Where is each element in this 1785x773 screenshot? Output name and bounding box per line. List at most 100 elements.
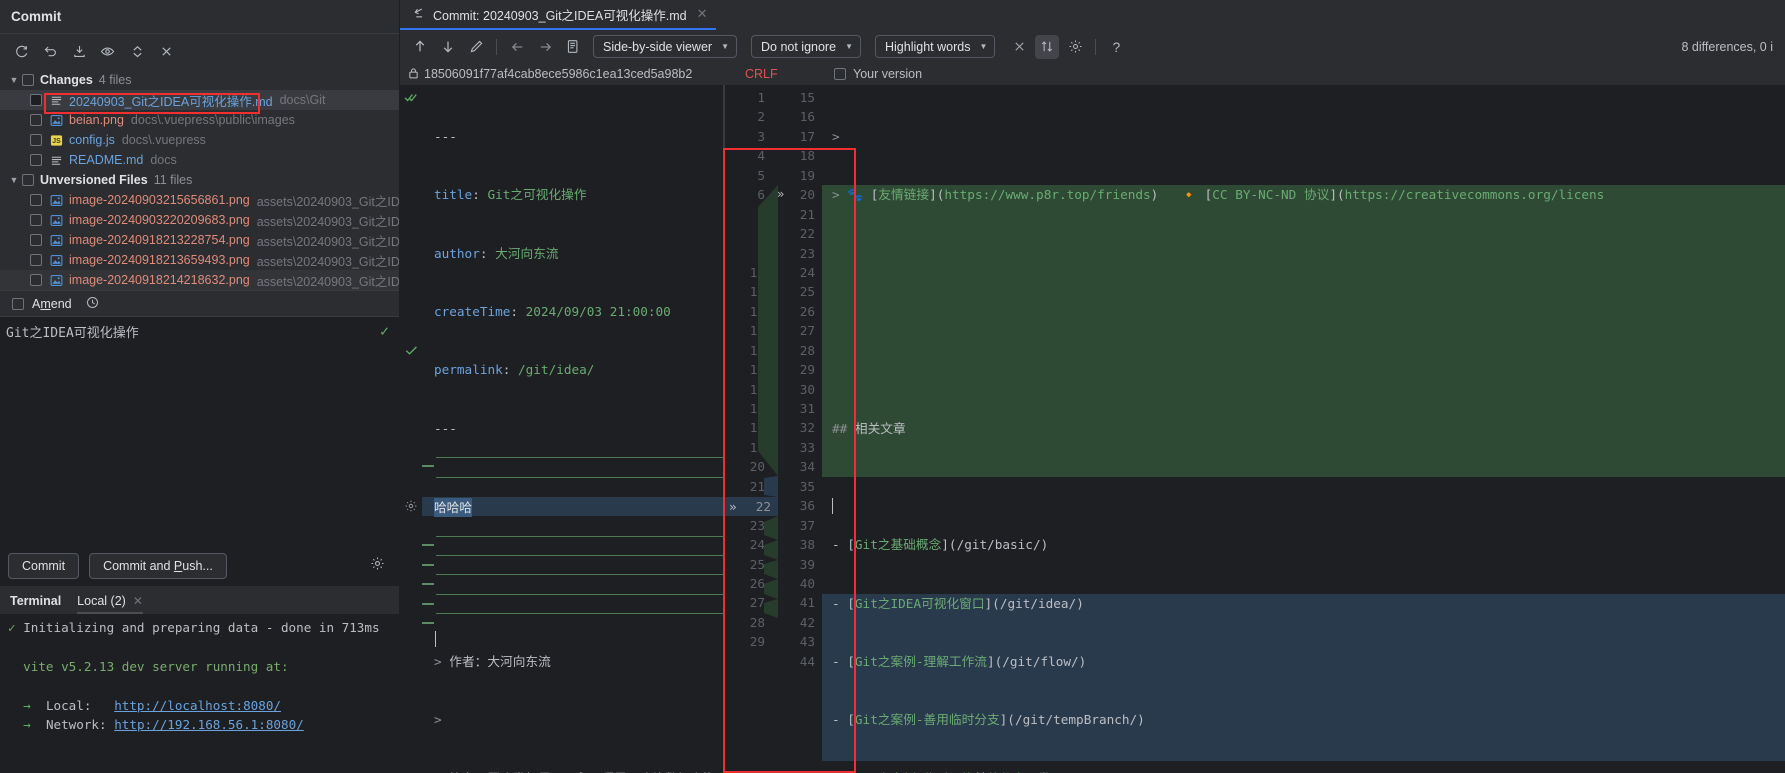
rollback-icon[interactable] <box>37 39 63 63</box>
terminal-tab-local[interactable]: Local (2) ✕ <box>77 594 143 614</box>
arrow-up-icon[interactable] <box>408 35 432 59</box>
code-line: - [Git之案例-善用临时分支](/git/tempBranch/) <box>832 712 1145 728</box>
gear-icon[interactable] <box>370 556 385 576</box>
terminal-output[interactable]: ✓ Initializing and preparing data - done… <box>0 614 399 773</box>
highlight-policy-select[interactable]: Highlight words ▼ <box>874 35 996 58</box>
close-icon[interactable]: ✕ <box>133 594 143 608</box>
close-icon[interactable] <box>153 39 179 63</box>
show-diff-icon[interactable] <box>95 39 121 63</box>
toolbar-separator <box>1095 38 1097 55</box>
changes-tree[interactable]: ▼ Changes 4 files 20240903_Git之IDEA可视化操作… <box>0 68 399 290</box>
clock-icon[interactable] <box>86 296 99 312</box>
tree-unversioned-row-1[interactable]: image-20240903220209683.png assets\20240… <box>0 210 399 230</box>
tree-group-unversioned[interactable]: ▼ Unversioned Files 11 files <box>0 170 399 190</box>
annotation-top-edge <box>723 148 856 150</box>
tree-file-row-3[interactable]: README.md docs <box>0 150 399 170</box>
line-number: 17 <box>799 128 815 144</box>
terminal-local-label: Local: <box>45 697 92 713</box>
file-name: image-20240903215656861.png <box>69 193 250 207</box>
commit-message-input[interactable]: Git之IDEA可视化操作 ✓ <box>0 316 399 358</box>
file-checkbox[interactable] <box>30 274 42 286</box>
file-checkbox[interactable] <box>30 154 42 166</box>
tree-unversioned-row-3[interactable]: image-20240918213659493.png assets\20240… <box>0 250 399 270</box>
tree-unversioned-row-4[interactable]: image-20240918214218632.png assets\20240… <box>0 270 399 290</box>
file-name: image-20240918214218632.png <box>69 273 250 287</box>
right-line-numbers[interactable]: 15 16 17 18 19 » 20 21 22 23 24 25 26 27 … <box>772 85 822 773</box>
chevron-down-icon[interactable]: ▼ <box>6 175 22 185</box>
arrow-down-icon[interactable] <box>436 35 460 59</box>
line-number: 15 <box>749 362 765 378</box>
line-number: 23 <box>799 245 815 261</box>
diff-revision-hash: 18506091f77af4cab8ece5986c1ea13ced5a98b2 <box>424 67 693 81</box>
editor-tab-commit-diff[interactable]: Commit: 20240903_Git之IDEA可视化操作.md ✕ <box>400 0 717 30</box>
gear-icon[interactable] <box>1063 35 1087 59</box>
file-checkbox[interactable] <box>30 254 42 266</box>
tree-file-row-2[interactable]: JS config.js docs\.vuepress <box>0 130 399 150</box>
file-checkbox[interactable] <box>30 94 42 106</box>
commit-panel-title-label: Commit <box>11 9 62 24</box>
refresh-icon[interactable] <box>8 39 34 63</box>
check-icon <box>400 341 422 360</box>
markdown-file-icon <box>48 93 65 107</box>
arrow-right-icon[interactable] <box>533 35 557 59</box>
tree-file-row-0[interactable]: 20240903_Git之IDEA可视化操作.md docs\Git <box>0 90 399 110</box>
line-number: 1 <box>757 90 765 105</box>
chevron-down-icon[interactable]: ▼ <box>6 75 22 85</box>
terminal-local-url[interactable]: http://localhost:8080/ <box>114 698 281 713</box>
your-version-checkbox[interactable] <box>834 68 846 80</box>
shelve-icon[interactable] <box>66 39 92 63</box>
line-number: 19 <box>799 167 815 183</box>
file-path: assets\20240903_Git之IDEA可 <box>256 194 399 209</box>
line-number: 20 <box>749 459 765 475</box>
group-checkbox[interactable] <box>22 74 34 86</box>
viewer-mode-select[interactable]: Side-by-side viewer ▼ <box>593 35 737 58</box>
tree-group-changes[interactable]: ▼ Changes 4 files <box>0 70 399 90</box>
diff-revision-info: 18506091f77af4cab8ece5986c1ea13ced5a98b2 <box>400 67 692 82</box>
file-checkbox[interactable] <box>30 214 42 226</box>
amend-row[interactable]: Amend <box>0 290 399 316</box>
amend-checkbox[interactable] <box>12 297 24 310</box>
close-icon[interactable] <box>1007 35 1031 59</box>
collapse-unchanged-icon[interactable] <box>561 35 585 59</box>
code-line: > 作者：大河向东流 <box>434 654 551 669</box>
file-checkbox[interactable] <box>30 194 42 206</box>
gutter-modified-row-number: » 22 <box>729 498 771 514</box>
text-caret <box>435 631 436 647</box>
sync-scroll-icon[interactable] <box>1035 34 1060 59</box>
diff-body[interactable]: --- title: Git之可视化操作 author: 大河向东流 creat… <box>400 85 1785 773</box>
commit-and-push-button[interactable]: Commit and Push... <box>89 552 227 579</box>
file-name: beian.png <box>69 113 124 127</box>
tree-file-row-1[interactable]: beian.png docs\.vuepress\public\images <box>0 110 399 130</box>
left-selected-text: 哈哈哈 <box>434 498 473 518</box>
viewer-mode-label: Side-by-side viewer <box>603 39 713 54</box>
group-checkbox[interactable] <box>22 174 34 186</box>
file-checkbox[interactable] <box>30 114 42 126</box>
help-icon[interactable]: ? <box>1104 35 1128 59</box>
line-number: 27 <box>749 595 765 611</box>
expand-collapse-icon[interactable] <box>124 39 150 63</box>
terminal-network-url[interactable]: http://192.168.56.1:8080/ <box>114 717 304 732</box>
line-number: 34 <box>799 459 815 475</box>
diff-right-pane[interactable]: > > 🐾 [友情链接](https://www.p8r.top/friends… <box>822 85 1785 773</box>
tree-unversioned-row-0[interactable]: image-20240903215656861.png assets\20240… <box>0 190 399 210</box>
tree-unversioned-row-2[interactable]: image-20240918213228754.png assets\20240… <box>0 230 399 250</box>
ignore-policy-select[interactable]: Do not ignore ▼ <box>751 35 861 58</box>
terminal-tool-window: Terminal Local (2) ✕ ✓ Initializing and … <box>0 585 399 773</box>
file-checkbox[interactable] <box>30 234 42 246</box>
commit-button[interactable]: Commit <box>8 552 80 579</box>
arrow-left-icon[interactable] <box>505 35 529 59</box>
added-marker <box>436 457 723 458</box>
gear-icon[interactable] <box>400 496 422 515</box>
file-checkbox[interactable] <box>30 134 42 146</box>
image-file-icon <box>48 213 65 227</box>
file-name: image-20240918213228754.png <box>69 233 250 247</box>
pencil-icon[interactable] <box>464 35 488 59</box>
close-icon[interactable]: ✕ <box>697 6 708 22</box>
line-number: 25 <box>799 284 815 300</box>
line-number: 42 <box>799 614 815 630</box>
commit-message-area-fill[interactable] <box>0 358 399 546</box>
apply-change-icon[interactable]: » <box>772 185 784 204</box>
diff-left-pane[interactable]: --- title: Git之可视化操作 author: 大河向东流 creat… <box>422 85 724 773</box>
code-line: - [Git之案例-理解工作流](/git/flow/) <box>832 654 1087 669</box>
